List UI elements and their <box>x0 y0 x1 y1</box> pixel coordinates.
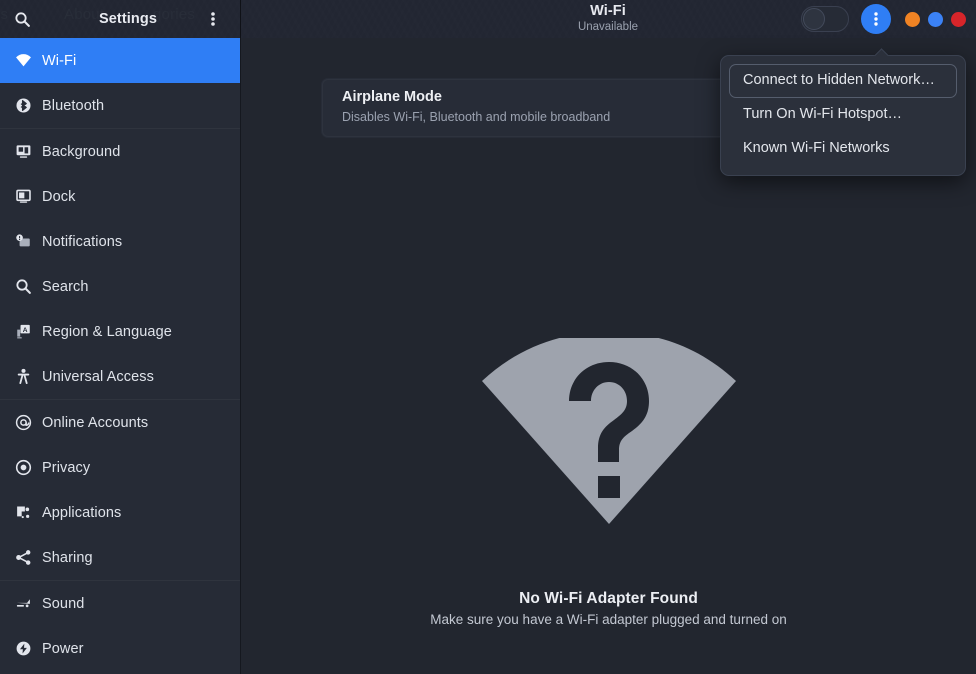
sidebar-header: Settings <box>0 0 240 38</box>
sidebar-item-sound[interactable]: Sound <box>0 581 240 626</box>
sidebar-item-wi-fi[interactable]: Wi-Fi <box>0 38 240 83</box>
window-controls <box>905 11 966 27</box>
power-icon <box>16 641 30 656</box>
wifi-menu-button[interactable] <box>861 4 891 34</box>
overflow-menu-icon <box>874 12 878 26</box>
empty-state: No Wi-Fi Adapter Found Make sure you hav… <box>241 338 976 627</box>
sidebar-menu-button[interactable] <box>198 4 228 34</box>
sidebar-item-privacy[interactable]: Privacy <box>0 445 240 490</box>
wifi-options-menu: Connect to Hidden Network… Turn On Wi-Fi … <box>720 55 966 177</box>
sidebar-item-label: Applications <box>42 504 122 521</box>
online-accounts-icon <box>10 414 36 431</box>
power-icon <box>10 640 36 657</box>
sharing-icon <box>10 549 36 566</box>
search-icon <box>14 11 30 27</box>
notifications-icon <box>15 234 30 247</box>
sidebar-item-label: Wi-Fi <box>42 52 77 69</box>
sound-icon <box>16 599 30 608</box>
sidebar-item-label: Power <box>42 640 84 657</box>
sidebar-item-notifications[interactable]: Notifications <box>0 219 240 264</box>
settings-window: es About gories Wi-FiBluetoothBackground… <box>0 0 976 674</box>
applications-icon <box>16 506 29 519</box>
sidebar-item-label: Search <box>42 278 89 295</box>
bluetooth-icon <box>15 98 31 113</box>
sidebar-item-label: Region & Language <box>42 323 172 340</box>
menu-item-connect-to-hidden-network[interactable]: Connect to Hidden Network… <box>729 64 957 98</box>
bluetooth-icon <box>10 97 36 114</box>
universal-access-icon <box>10 368 36 385</box>
maximize-button[interactable] <box>928 11 943 27</box>
header-divider <box>240 0 241 38</box>
wifi-toggle-knob <box>803 8 825 30</box>
sidebar-item-power[interactable]: Power <box>0 626 240 671</box>
sidebar-item-label: Sharing <box>42 549 93 566</box>
search-button[interactable] <box>7 4 37 34</box>
wifi-icon <box>15 54 31 67</box>
wifi-toggle[interactable] <box>801 6 849 32</box>
universal-access-icon <box>17 368 29 384</box>
sound-icon <box>10 595 36 612</box>
sidebar-item-label: Notifications <box>42 233 123 250</box>
sidebar-divider <box>240 38 241 674</box>
sidebar: Wi-Fi Bluetooth Background Dock Notification… <box>0 38 240 674</box>
background-icon <box>16 145 30 158</box>
empty-state-subtitle: Make sure you have a Wi-Fi adapter plugg… <box>430 612 787 627</box>
sidebar-item-applications[interactable]: Applications <box>0 490 240 535</box>
empty-state-title: No Wi-Fi Adapter Found <box>519 590 698 607</box>
wifi-icon <box>10 52 36 69</box>
sidebar-item-label: Online Accounts <box>42 414 149 431</box>
settings-title: Settings <box>99 10 157 27</box>
sidebar-item-label: Universal Access <box>42 368 154 385</box>
dock-icon <box>15 189 31 203</box>
sidebar-item-sharing[interactable]: Sharing <box>0 535 240 580</box>
sidebar-item-label: Sound <box>42 595 85 612</box>
sidebar-item-bluetooth[interactable]: Bluetooth <box>0 83 240 128</box>
search-icon <box>15 279 31 294</box>
search-icon <box>10 278 36 295</box>
dock-icon <box>10 188 36 205</box>
sidebar-item-region-language[interactable]: A Region & Language <box>0 309 240 354</box>
background-icon <box>10 143 36 160</box>
region-language-icon: A <box>10 323 36 340</box>
overflow-menu-icon <box>211 12 215 26</box>
menu-item-turn-on-wi-fi-hotspot[interactable]: Turn On Wi-Fi Hotspot… <box>729 98 957 132</box>
close-button[interactable] <box>951 11 966 27</box>
wifi-unknown-icon <box>481 338 736 524</box>
applications-icon <box>10 504 36 521</box>
sidebar-item-universal-access[interactable]: Universal Access <box>0 354 240 399</box>
header-bar: Settings Wi-Fi Unavailable <box>0 0 976 38</box>
notifications-icon <box>10 233 36 250</box>
privacy-icon <box>10 459 36 476</box>
region-language-icon: A <box>16 324 30 339</box>
sidebar-item-background[interactable]: Background <box>0 129 240 174</box>
menu-item-known-wi-fi-networks[interactable]: Known Wi-Fi Networks <box>729 132 957 166</box>
sidebar-item-label: Privacy <box>42 459 91 476</box>
menu-arrow <box>873 48 889 56</box>
sidebar-item-label: Background <box>42 143 121 160</box>
sidebar-item-online-accounts[interactable]: Online Accounts <box>0 400 240 445</box>
online-accounts-icon <box>15 414 31 431</box>
sidebar-item-label: Dock <box>42 188 76 205</box>
sharing-icon <box>15 550 30 565</box>
svg-text:A: A <box>22 327 27 334</box>
privacy-icon <box>15 459 31 476</box>
sidebar-item-search[interactable]: Search <box>0 264 240 309</box>
minimize-button[interactable] <box>905 11 920 27</box>
header-actions <box>801 4 966 34</box>
content-header: Wi-Fi Unavailable <box>240 0 976 38</box>
sidebar-item-label: Bluetooth <box>42 97 105 114</box>
sidebar-item-dock[interactable]: Dock <box>0 174 240 219</box>
